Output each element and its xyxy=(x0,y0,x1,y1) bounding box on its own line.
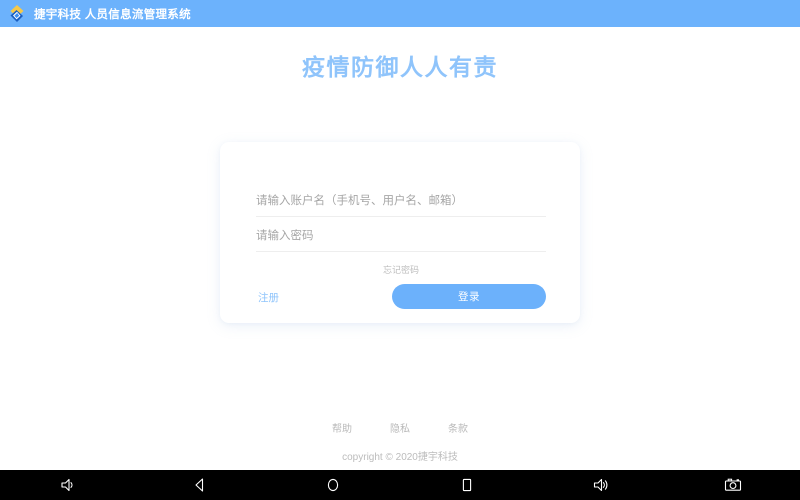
register-link[interactable]: 注册 xyxy=(258,290,279,305)
account-input[interactable] xyxy=(256,189,546,217)
forgot-password-link[interactable]: 忘记密码 xyxy=(383,265,419,275)
page-title: 疫情防御人人有责 xyxy=(302,54,498,80)
footer-link-privacy[interactable]: 隐私 xyxy=(390,420,410,435)
footer-links: 帮助 隐私 条款 xyxy=(0,420,800,435)
login-button[interactable]: 登录 xyxy=(392,284,546,309)
back-icon[interactable] xyxy=(133,470,266,500)
copyright-text: copyright © 2020捷宇科技 xyxy=(342,452,458,463)
home-icon[interactable] xyxy=(267,470,400,500)
login-card: 忘记密码 注册 登录 xyxy=(220,142,580,323)
app-header-bar: 捷宇科技 人员信息流管理系统 xyxy=(0,0,800,27)
app-title: 捷宇科技 人员信息流管理系统 xyxy=(34,8,191,21)
screenshot-icon[interactable] xyxy=(667,470,800,500)
diamond-logo-icon xyxy=(7,4,27,24)
forgot-password-row: 忘记密码 xyxy=(256,260,546,278)
recents-icon[interactable] xyxy=(400,470,533,500)
volume-down-icon[interactable] xyxy=(0,470,133,500)
volume-up-icon[interactable] xyxy=(533,470,666,500)
system-nav-bar xyxy=(0,470,800,500)
password-input[interactable] xyxy=(256,224,546,252)
footer-link-terms[interactable]: 条款 xyxy=(448,420,468,435)
app-screen: 捷宇科技 人员信息流管理系统 疫情防御人人有责 忘记密码 注册 登录 帮助 隐私… xyxy=(0,0,800,500)
login-form: 忘记密码 注册 登录 xyxy=(256,142,546,323)
login-actions: 注册 登录 xyxy=(256,284,546,309)
footer-link-help[interactable]: 帮助 xyxy=(332,420,352,435)
